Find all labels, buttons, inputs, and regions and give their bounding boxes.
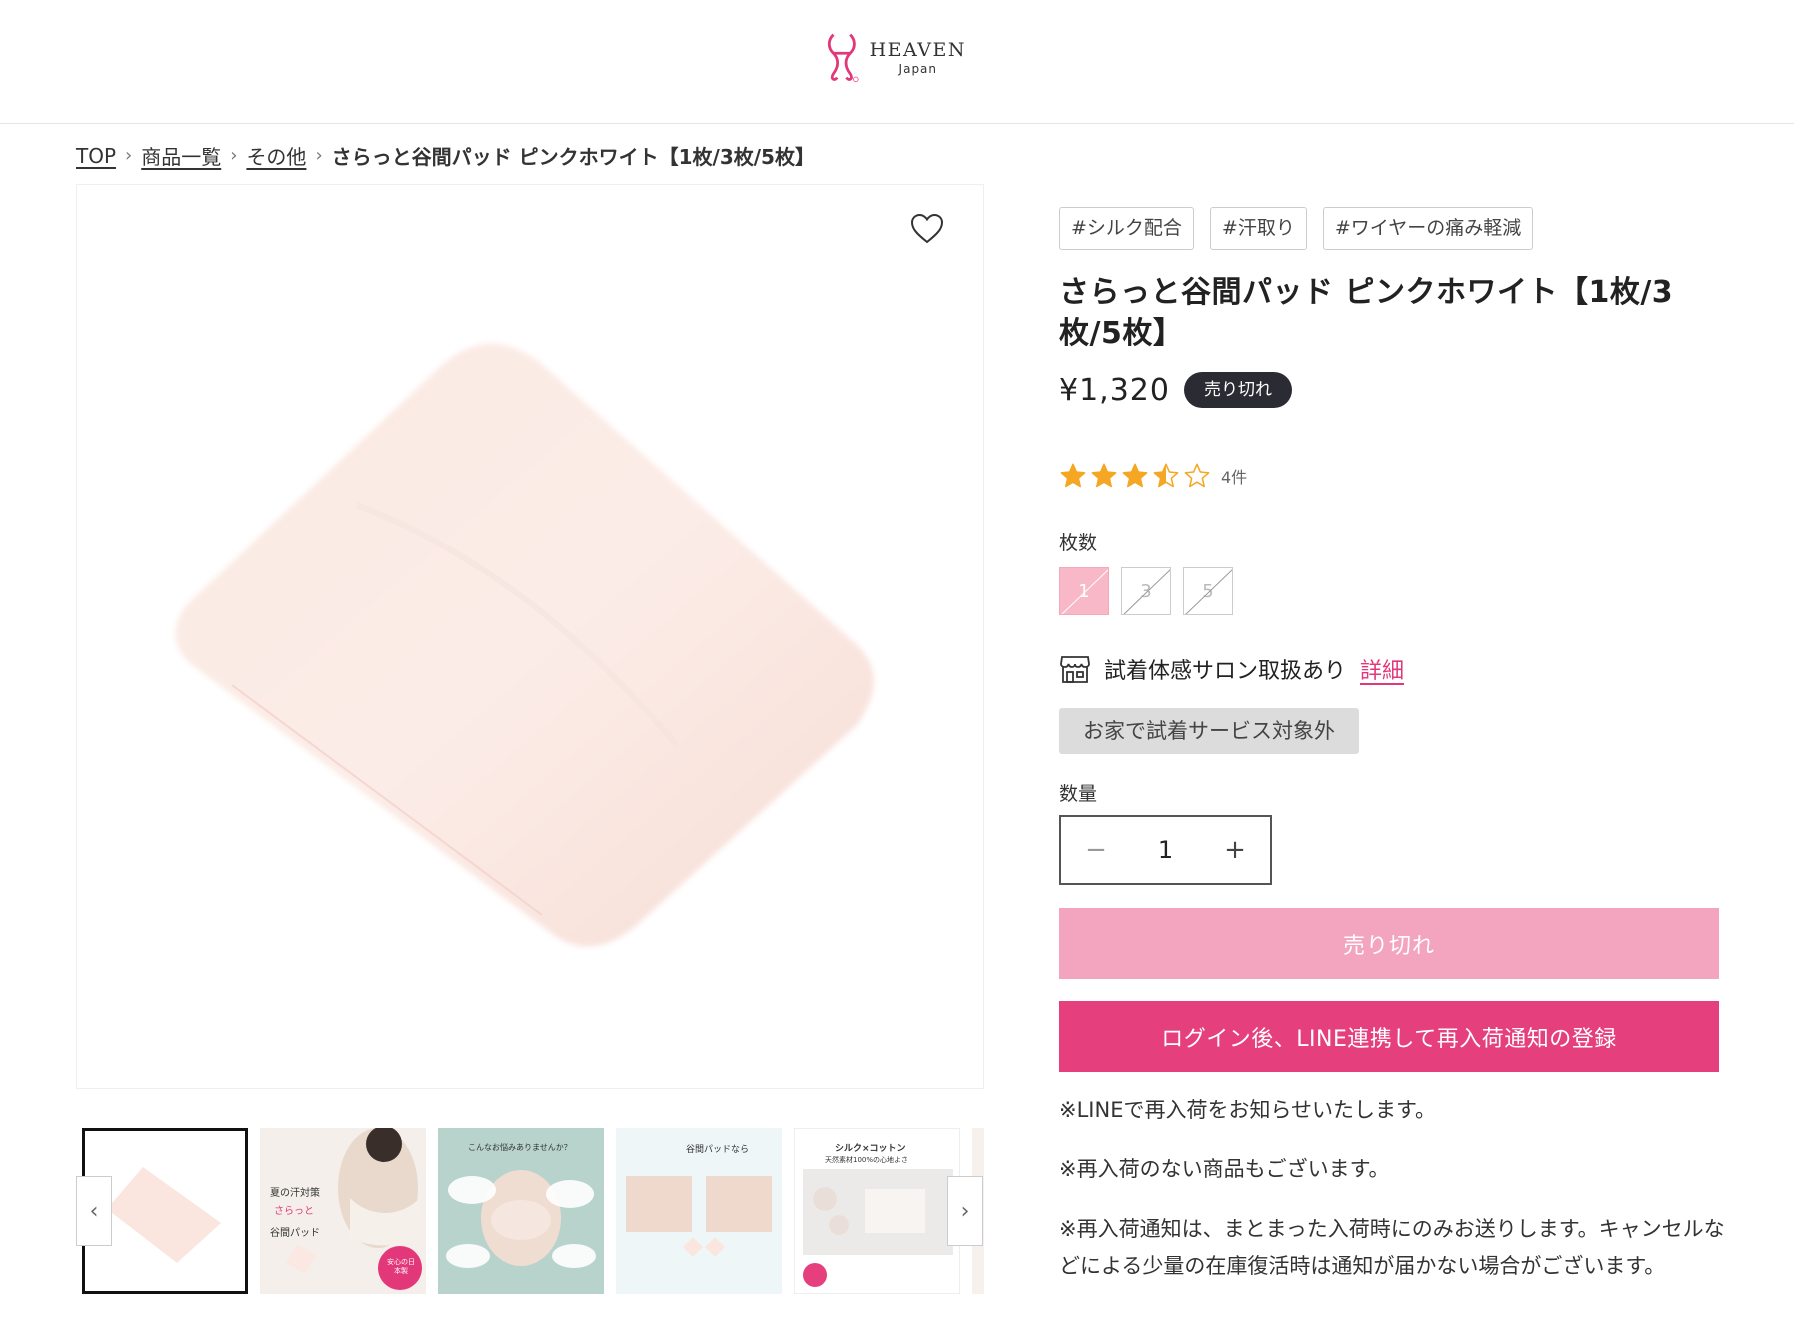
logo-name: HEAVEN (869, 38, 966, 61)
product-rating[interactable]: 4件 (1059, 462, 1247, 490)
option-5[interactable]: 5 (1183, 567, 1233, 615)
option-1[interactable]: 1 (1059, 567, 1109, 615)
restock-note-3: ※再入荷通知は、まとまった入荷時にのみお送りします。キャンセルなどによる少量の在… (1059, 1217, 1725, 1278)
thumb-summer-badge: 安心の日本製 (387, 1258, 415, 1275)
thumb-summer-title: 夏の汗対策 (270, 1188, 320, 1199)
soldout-button[interactable]: 売り切れ (1059, 908, 1719, 979)
breadcrumb-separator: › (315, 145, 323, 166)
brand-logo[interactable]: HEAVEN Japan (826, 28, 966, 86)
option-selector: 135 (1059, 567, 1233, 615)
rating-count: 4件 (1221, 468, 1248, 487)
option-3[interactable]: 3 (1121, 567, 1171, 615)
salon-info: 試着体感サロン取扱あり 詳細 (1059, 653, 1404, 685)
thumb-silk-sub: 天然素材100%の心地よさ (825, 1156, 909, 1164)
home-try-badge: お家で試着サービス対象外 (1059, 708, 1359, 754)
breadcrumb: TOP › 商品一覧 › その他 › さらっと谷間パッド ピンクホワイト【1枚/… (76, 141, 815, 170)
thumb-summer-item: 谷間パッド (270, 1228, 320, 1239)
thumb-worries-title: こんなお悩みありませんか？ (468, 1143, 572, 1152)
breadcrumb-products[interactable]: 商品一覧 (141, 141, 221, 170)
strike-icon (1061, 569, 1108, 614)
thumb-prev-button[interactable]: ‹ (76, 1176, 112, 1246)
quantity-input[interactable]: 1 (1158, 836, 1173, 864)
strike-icon (1185, 569, 1232, 614)
thumb-usage-title: 谷間パッドなら (686, 1145, 750, 1155)
thumbnail-strip: 夏の汗対策 さらっと 谷間パッド 安心の日本製 こんなお悩みありませんか？ 谷間… (76, 1124, 984, 1296)
salon-text: 試着体感サロン取扱あり (1104, 659, 1347, 684)
thumb-next-button[interactable]: › (947, 1176, 983, 1246)
plus-icon[interactable]: + (1200, 817, 1270, 883)
store-icon (1060, 656, 1090, 683)
option-label: 枚数 (1059, 532, 1098, 554)
tag-wire[interactable]: #ワイヤーの痛み軽減 (1322, 207, 1534, 250)
product-title: さらっと谷間パッド ピンクホワイト【1枚/3枚/5枚】 (1059, 275, 1674, 351)
logo-sub: Japan (898, 61, 938, 76)
pad-image (175, 343, 874, 947)
star-icon (1060, 463, 1086, 488)
minus-icon[interactable]: − (1061, 817, 1131, 883)
quantity-label: 数量 (1059, 783, 1098, 805)
restock-note-2: ※再入荷のない商品もございます。 (1059, 1157, 1390, 1181)
line-restock-button[interactable]: ログイン後、LINE連携して再入荷通知の登録 (1059, 1001, 1719, 1072)
thumb-silk-cotton[interactable]: シルク×コットン 天然素材100%の心地よさ (794, 1128, 960, 1294)
star-icon (1153, 463, 1179, 488)
site-header: HEAVEN Japan (0, 0, 1794, 124)
heaven-logo-icon (827, 33, 859, 83)
tag-sweat[interactable]: #汗取り (1209, 207, 1307, 250)
salon-detail-link[interactable]: 詳細 (1360, 653, 1404, 685)
rating-stars (1059, 462, 1211, 490)
heart-icon[interactable] (909, 211, 945, 247)
quantity-stepper: − 1 + (1059, 815, 1272, 885)
thumb-summer-sweat[interactable]: 夏の汗対策 さらっと 谷間パッド 安心の日本製 (260, 1128, 426, 1294)
chevron-right-icon: › (960, 1198, 970, 1224)
thumb-usage[interactable]: 谷間パッドなら (616, 1128, 782, 1294)
breadcrumb-separator: › (230, 145, 238, 166)
thumb-worries[interactable]: こんなお悩みありませんか？ (438, 1128, 604, 1294)
main-product-image[interactable] (76, 184, 984, 1089)
breadcrumb-other[interactable]: その他 (246, 141, 306, 170)
product-tags: #シルク配合 #汗取り #ワイヤーの痛み軽減 (1059, 207, 1534, 250)
chevron-left-icon: ‹ (89, 1198, 99, 1224)
status-badge: 売り切れ (1183, 372, 1292, 408)
product-price: ¥1,320 (1059, 372, 1170, 408)
star-icon (1184, 463, 1210, 488)
breadcrumb-top[interactable]: TOP (76, 144, 116, 168)
strike-icon (1123, 569, 1170, 614)
thumb-summer-sub: さらっと (274, 1206, 314, 1217)
star-icon (1122, 463, 1148, 488)
breadcrumb-separator: › (125, 145, 133, 166)
price-row: ¥1,320 売り切れ (1059, 372, 1292, 408)
breadcrumb-current: さらっと谷間パッド ピンクホワイト【1枚/3枚/5枚】 (331, 145, 815, 169)
tag-silk[interactable]: #シルク配合 (1059, 207, 1194, 250)
star-icon (1091, 463, 1117, 488)
restock-note-1: ※LINEで再入荷をお知らせいたします。 (1059, 1098, 1436, 1122)
thumb-silk-title: シルク×コットン (835, 1144, 906, 1154)
